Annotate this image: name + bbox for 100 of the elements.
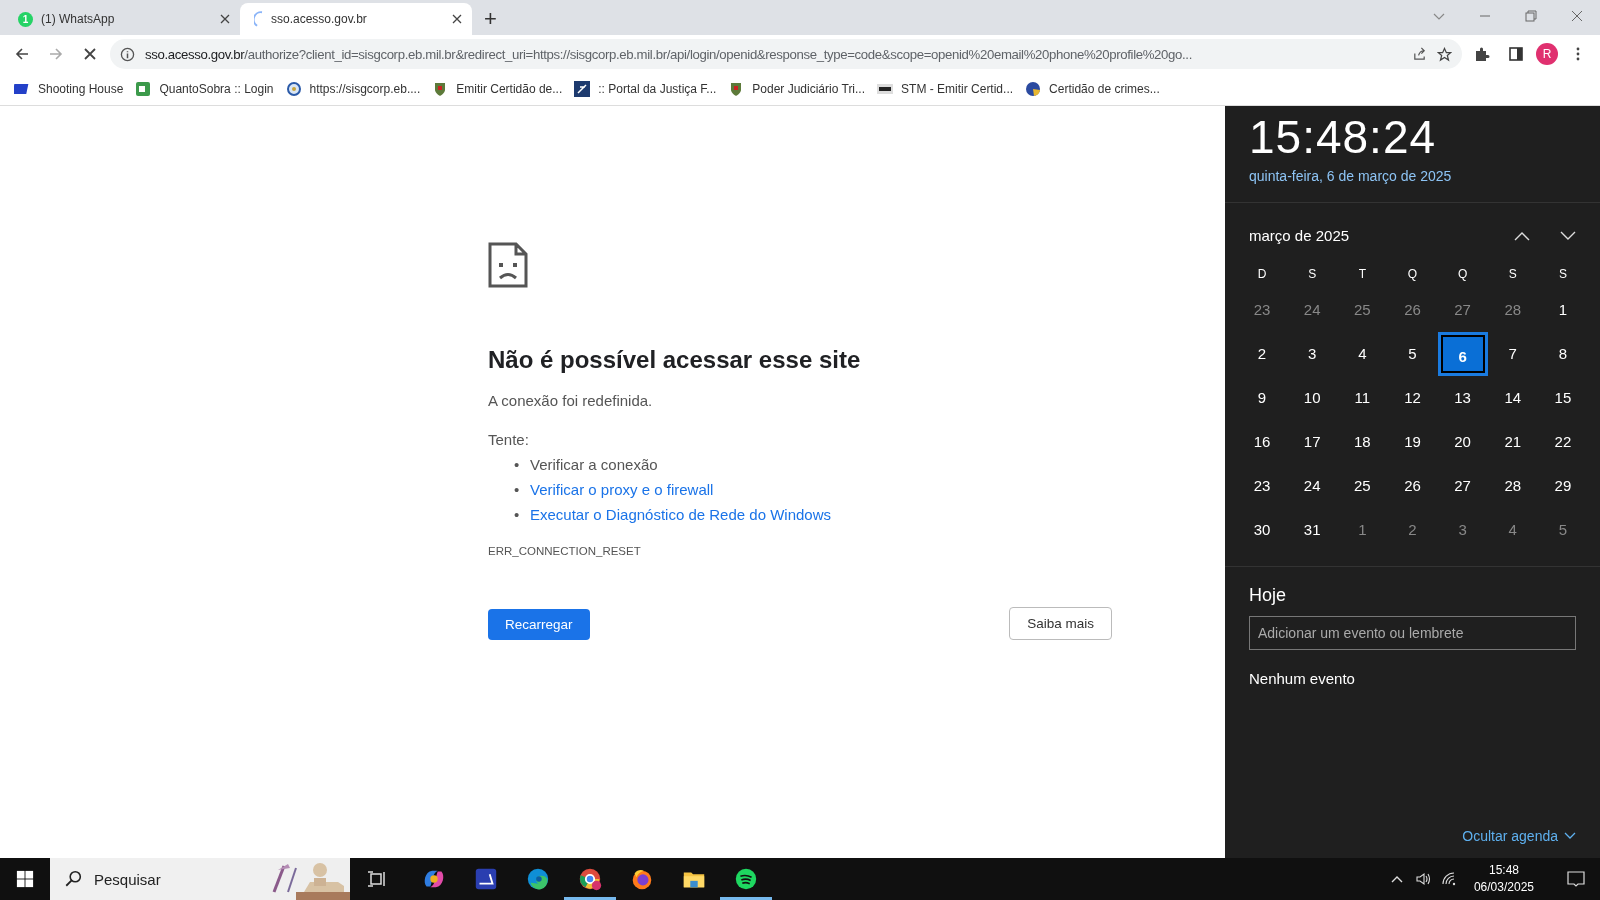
error-heading: Não é possível acessar esse site — [488, 346, 862, 374]
close-icon[interactable] — [220, 14, 230, 24]
calendar-day[interactable]: 23 — [1237, 288, 1287, 332]
calendar-day[interactable]: 3 — [1287, 332, 1338, 376]
calendar-day[interactable]: 2 — [1237, 332, 1287, 376]
calendar-day[interactable]: 5 — [1387, 332, 1438, 376]
calendar-day[interactable]: 1 — [1537, 288, 1588, 332]
calendar-day[interactable]: 26 — [1387, 464, 1438, 508]
weekday-label: D — [1256, 266, 1268, 283]
new-tab-button[interactable]: + — [478, 7, 503, 31]
app-icon — [473, 866, 499, 892]
globe-icon — [285, 81, 302, 97]
calendar-day[interactable]: 10 — [1287, 376, 1338, 420]
calendar-day[interactable]: 15 — [1537, 376, 1588, 420]
address-bar[interactable]: sso.acesso.gov.br/authorize?client_id=sisgcorp.eb.mil.br&redirect_uri=https://sisgcorp.eb.mil.br/api/login/openid&response_type=code&scope=openid%20email%20phone%20profile%20go... — [110, 39, 1462, 69]
reload-button[interactable]: Recarregar — [488, 609, 590, 640]
calendar-day[interactable]: 21 — [1487, 420, 1538, 464]
calendar-day[interactable]: 16 — [1237, 420, 1287, 464]
calendar-day[interactable]: 26 — [1387, 288, 1438, 332]
calendar-day[interactable]: 27 — [1437, 288, 1488, 332]
calendar-day[interactable]: 11 — [1337, 376, 1388, 420]
calendar-day[interactable]: 23 — [1237, 464, 1287, 508]
bookmark[interactable]: Certidão de crimes... — [1025, 81, 1160, 97]
close-icon[interactable] — [452, 14, 462, 24]
calendar-day[interactable]: 31 — [1287, 508, 1338, 552]
sad-page-icon — [488, 242, 528, 288]
details-button[interactable]: Saiba mais — [1009, 607, 1112, 640]
suggestions-label: Tente: — [488, 431, 530, 448]
task-view-icon[interactable] — [366, 869, 386, 889]
calendar-day[interactable]: 4 — [1487, 508, 1538, 552]
share-icon[interactable] — [1412, 46, 1427, 62]
calendar-day[interactable]: 18 — [1337, 420, 1388, 464]
chevron-down-icon[interactable] — [1560, 230, 1576, 241]
bullet: • — [514, 480, 521, 500]
bookmark-icon — [877, 81, 894, 97]
calendar-day[interactable]: 19 — [1387, 420, 1438, 464]
calendar-day[interactable]: 17 — [1287, 420, 1338, 464]
browser-tab[interactable]: 1 (1) WhatsApp — [8, 3, 240, 35]
bookmark[interactable]: Emitir Certidão de... — [432, 81, 563, 97]
weekday-label: T — [1357, 266, 1367, 283]
hide-agenda-link[interactable]: Ocultar agenda — [1462, 828, 1576, 844]
globe-icon — [1025, 81, 1042, 97]
weekday-label: Q — [1456, 266, 1469, 283]
calendar-day[interactable]: 3 — [1437, 508, 1488, 552]
bookmark-icon — [574, 81, 591, 97]
taskbar-clock[interactable]: 15:48 06/03/2025 — [1461, 862, 1546, 896]
bookmark[interactable]: Poder Judiciário Tri... — [728, 81, 866, 97]
calendar-day[interactable]: 27 — [1437, 464, 1488, 508]
calendar-day[interactable]: 20 — [1437, 420, 1488, 464]
app-icon — [577, 866, 603, 892]
bookmark[interactable]: Shooting House — [14, 81, 124, 97]
calendar-day[interactable]: 25 — [1337, 288, 1388, 332]
month-title[interactable]: março de 2025 — [1249, 227, 1484, 244]
agenda-title: Hoje — [1249, 585, 1288, 606]
browser-tab[interactable]: sso.acesso.gov.br — [240, 3, 472, 35]
tab-title: sso.acesso.gov.br — [271, 12, 368, 26]
info-icon[interactable] — [120, 46, 135, 62]
tab-title: (1) WhatsApp — [41, 12, 116, 26]
suggestion-text: Verificar a conexão — [530, 455, 658, 475]
profile-avatar[interactable]: R — [1536, 43, 1558, 65]
weekday-label: Q — [1406, 266, 1419, 283]
calendar-day[interactable]: 7 — [1487, 332, 1538, 376]
calendar-day[interactable]: 30 — [1237, 508, 1287, 552]
chevron-up-icon[interactable] — [1514, 230, 1530, 241]
calendar-day[interactable]: 5 — [1537, 508, 1588, 552]
calendar-day[interactable]: 14 — [1487, 376, 1538, 420]
bookmark[interactable]: STM - Emitir Certid... — [877, 81, 1014, 97]
taskbar-search-field[interactable]: Pesquisar — [50, 858, 350, 900]
calendar-day[interactable]: 25 — [1337, 464, 1388, 508]
calendar-day[interactable]: 2 — [1387, 508, 1438, 552]
close-icon[interactable] — [1570, 9, 1584, 23]
weekday-label: S — [1507, 266, 1518, 283]
event-input[interactable]: Adicionar um evento ou lembrete — [1249, 616, 1576, 650]
weekday-label: S — [1557, 266, 1568, 283]
calendar-day[interactable]: 13 — [1437, 376, 1488, 420]
calendar-day[interactable]: 4 — [1337, 332, 1388, 376]
clock-time: 15:48:24 — [1249, 110, 1438, 164]
notification-badge: 1 — [18, 11, 33, 27]
calendar-day[interactable]: 28 — [1487, 288, 1538, 332]
calendar-day[interactable]: 8 — [1537, 332, 1588, 376]
calendar-day[interactable]: 12 — [1387, 376, 1438, 420]
star-icon[interactable] — [1437, 46, 1452, 62]
suggestion-link[interactable]: Verificar o proxy e o firewall — [530, 477, 714, 502]
calendar-day[interactable]: 22 — [1537, 420, 1588, 464]
calendar-day[interactable]: 29 — [1537, 464, 1588, 508]
calendar-day[interactable]: 24 — [1287, 464, 1338, 508]
bookmark[interactable]: :: Portal da Justiça F... — [574, 81, 717, 97]
calendar-day[interactable]: 1 — [1337, 508, 1388, 552]
calendar-day[interactable]: 24 — [1287, 288, 1338, 332]
bookmark[interactable]: https://sisgcorp.eb.... — [285, 81, 421, 97]
error-message: A conexão foi redefinida. — [488, 392, 654, 409]
restore-icon[interactable] — [1524, 9, 1538, 23]
search-icon — [64, 870, 82, 888]
calendar-day[interactable]: 6 — [1437, 332, 1488, 376]
suggestion-link[interactable]: Executar o Diagnóstico de Rede do Windows — [530, 502, 831, 527]
clock-date[interactable]: quinta-feira, 6 de março de 2025 — [1249, 168, 1576, 184]
calendar-day[interactable]: 28 — [1487, 464, 1538, 508]
calendar-day[interactable]: 9 — [1237, 376, 1287, 420]
error-code: ERR_CONNECTION_RESET — [488, 545, 642, 557]
bookmark[interactable]: QuantoSobra :: Login — [135, 81, 274, 97]
